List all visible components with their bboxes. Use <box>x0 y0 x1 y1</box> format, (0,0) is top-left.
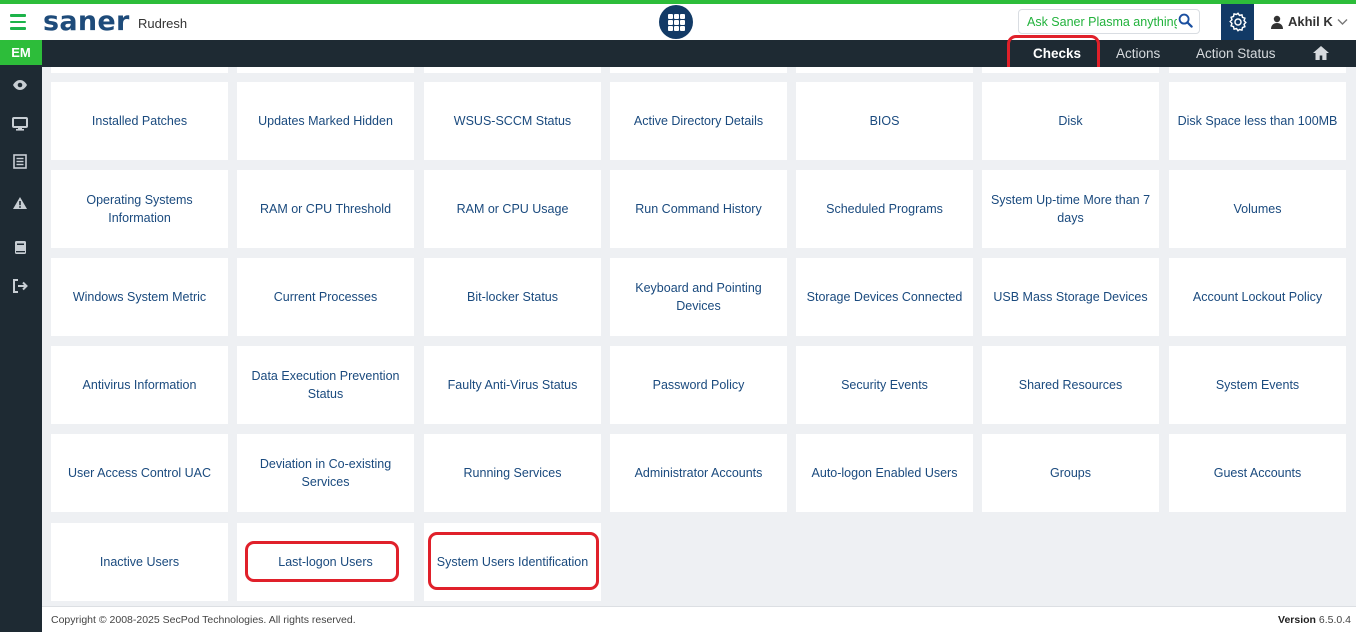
check-card-ram-or-cpu-usage[interactable]: RAM or CPU Usage <box>424 170 601 248</box>
book-icon[interactable] <box>11 238 29 256</box>
header-bar: saner Rudresh Ask Saner Plasma anything … <box>0 4 1356 40</box>
check-card-bios[interactable]: BIOS <box>796 82 973 160</box>
check-card-disk-space-less-than-100mb[interactable]: Disk Space less than 100MB <box>1169 82 1346 160</box>
card-stub <box>51 67 228 73</box>
check-card-running-services[interactable]: Running Services <box>424 434 601 512</box>
check-card-auto-logon-enabled-users[interactable]: Auto-logon Enabled Users <box>796 434 973 512</box>
check-card-run-command-history[interactable]: Run Command History <box>610 170 787 248</box>
eye-icon[interactable] <box>11 76 29 94</box>
check-card-active-directory-details[interactable]: Active Directory Details <box>610 82 787 160</box>
card-stub <box>982 67 1159 73</box>
check-card-system-users-identification[interactable]: System Users Identification <box>424 523 601 601</box>
check-card-usb-mass-storage-devices[interactable]: USB Mass Storage Devices <box>982 258 1159 336</box>
card-stub <box>796 67 973 73</box>
check-card-data-execution-prevention-status[interactable]: Data Execution Prevention Status <box>237 346 414 424</box>
footer: Copyright © 2008-2025 SecPod Technologie… <box>42 606 1356 632</box>
tab-actions[interactable]: Actions <box>1116 46 1160 61</box>
search-icon[interactable] <box>1178 13 1193 33</box>
check-card-current-processes[interactable]: Current Processes <box>237 258 414 336</box>
check-card-system-uptime[interactable]: System Up-time More than 7 days <box>982 170 1159 248</box>
check-card-wsus-sccm-status[interactable]: WSUS-SCCM Status <box>424 82 601 160</box>
check-card-volumes[interactable]: Volumes <box>1169 170 1346 248</box>
check-card-ram-or-cpu-threshold[interactable]: RAM or CPU Threshold <box>237 170 414 248</box>
tab-action-status[interactable]: Action Status <box>1196 46 1276 61</box>
check-card-antivirus-information[interactable]: Antivirus Information <box>51 346 228 424</box>
check-card-updates-marked-hidden[interactable]: Updates Marked Hidden <box>237 82 414 160</box>
list-icon[interactable] <box>11 152 29 170</box>
check-card-administrator-accounts[interactable]: Administrator Accounts <box>610 434 787 512</box>
check-card-last-logon-users[interactable]: Last-logon Users <box>237 523 414 601</box>
check-card-scheduled-programs[interactable]: Scheduled Programs <box>796 170 973 248</box>
apps-grid-icon[interactable] <box>659 5 693 39</box>
card-stub <box>424 67 601 73</box>
card-stub <box>610 67 787 73</box>
ask-saner-search-input[interactable]: Ask Saner Plasma anything ! <box>1018 9 1200 34</box>
version-label: Version <box>1278 614 1316 626</box>
check-card-inactive-users[interactable]: Inactive Users <box>51 523 228 601</box>
check-card-keyboard-pointing-devices[interactable]: Keyboard and Pointing Devices <box>610 258 787 336</box>
tab-checks[interactable]: Checks <box>1033 46 1081 61</box>
user-name: Akhil K <box>1288 14 1333 29</box>
logout-icon[interactable] <box>11 277 29 295</box>
card-stub <box>237 67 414 73</box>
check-card-installed-patches[interactable]: Installed Patches <box>51 82 228 160</box>
checks-grid: Installed Patches Updates Marked Hidden … <box>42 67 1356 606</box>
hamburger-menu-icon[interactable] <box>10 14 26 30</box>
copyright-text: Copyright © 2008-2025 SecPod Technologie… <box>51 614 356 626</box>
check-card-password-policy[interactable]: Password Policy <box>610 346 787 424</box>
top-nav-bar: Checks Actions Action Status <box>42 40 1356 67</box>
check-card-groups[interactable]: Groups <box>982 434 1159 512</box>
check-card-guest-accounts[interactable]: Guest Accounts <box>1169 434 1346 512</box>
check-card-system-events[interactable]: System Events <box>1169 346 1346 424</box>
tenant-name: Rudresh <box>138 16 188 31</box>
saner-logo: saner <box>43 6 130 37</box>
settings-gear-icon[interactable] <box>1221 4 1254 40</box>
check-card-shared-resources[interactable]: Shared Resources <box>982 346 1159 424</box>
home-icon[interactable] <box>1312 45 1330 66</box>
check-card-disk[interactable]: Disk <box>982 82 1159 160</box>
check-card-account-lockout-policy[interactable]: Account Lockout Policy <box>1169 258 1346 336</box>
check-card-deviation-in-coexisting-services[interactable]: Deviation in Co-existing Services <box>237 434 414 512</box>
ask-saner-placeholder: Ask Saner Plasma anything ! <box>1027 15 1177 29</box>
check-card-faulty-anti-virus-status[interactable]: Faulty Anti-Virus Status <box>424 346 601 424</box>
version-text: Version 6.5.0.4 <box>1278 614 1351 626</box>
check-card-operating-systems-information[interactable]: Operating Systems Information <box>51 170 228 248</box>
user-menu[interactable]: Akhil K <box>1270 14 1348 29</box>
chevron-down-icon <box>1337 18 1348 25</box>
check-card-security-events[interactable]: Security Events <box>796 346 973 424</box>
warning-icon[interactable] <box>11 194 29 212</box>
left-sidebar: EM <box>0 40 42 632</box>
check-card-user-access-control-uac[interactable]: User Access Control UAC <box>51 434 228 512</box>
user-icon <box>1271 15 1283 29</box>
module-badge-em[interactable]: EM <box>0 40 42 65</box>
check-card-windows-system-metric[interactable]: Windows System Metric <box>51 258 228 336</box>
card-stub <box>1169 67 1346 73</box>
check-card-storage-devices-connected[interactable]: Storage Devices Connected <box>796 258 973 336</box>
version-value: 6.5.0.4 <box>1318 614 1351 626</box>
monitor-icon[interactable] <box>11 115 29 133</box>
check-card-bitlocker-status[interactable]: Bit-locker Status <box>424 258 601 336</box>
